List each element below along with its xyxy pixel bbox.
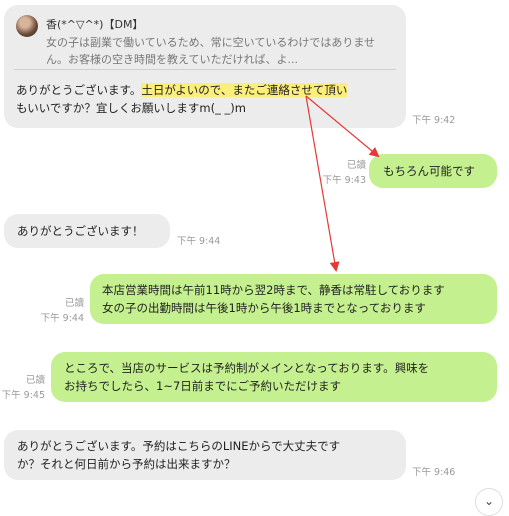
message-text: もちろん可能です xyxy=(383,164,475,178)
read-receipt: 已讀 xyxy=(64,298,84,309)
outgoing-message[interactable]: もちろん可能です xyxy=(369,154,497,188)
message-time: 下午 9:43 xyxy=(322,175,366,186)
message-text: ありがとうございます！ xyxy=(17,224,144,238)
quoted-sender-name: 香(*^▽^*)【DM】 xyxy=(46,18,144,31)
avatar xyxy=(16,15,38,37)
message-time: 下午 9:44 xyxy=(40,313,84,324)
message-text: ありがとうございます。土日がよいので、またご連絡させて頂いもいいですか？宜しくお… xyxy=(16,81,401,117)
quoted-text: 女の子は副業で働いているため、常に空いているわけではありません。お客様の空き時間… xyxy=(46,36,376,66)
message-text-line: 本店営業時間は午前11時から翌2時まで、静香は常駐しております xyxy=(102,283,445,297)
message-time: 下午 9:42 xyxy=(412,115,456,126)
read-receipt: 已讀 xyxy=(25,375,45,386)
message-text-line: お持ちでしたら、1~7日前までにご予約いただけます xyxy=(64,379,342,393)
message-text-part: もいいですか？宜しくお願いしますm(_ _)m xyxy=(16,101,246,115)
message-time: 下午 9:46 xyxy=(412,467,456,478)
message-text-line: ありがとうございます。予約はこちらのLINEからで大丈夫です xyxy=(17,439,341,453)
message-text-part: ありがとうございます。 xyxy=(16,83,142,97)
read-receipt: 已讀 xyxy=(346,160,366,171)
message-text-line: 女の子の出勤時間は午後1時から午後1時までとなっております xyxy=(102,301,426,315)
incoming-message[interactable]: ありがとうございます！ xyxy=(4,214,170,248)
incoming-message-with-quote[interactable]: 香(*^▽^*)【DM】 女の子は副業で働いているため、常に空いているわけではあ… xyxy=(4,5,406,128)
outgoing-message[interactable]: ところで、当店のサービスは予約制がメインとなっております。興味を お持ちでしたら… xyxy=(51,352,497,402)
message-text-line: ところで、当店のサービスは予約制がメインとなっております。興味を xyxy=(64,361,430,375)
message-time: 下午 9:44 xyxy=(177,236,221,247)
outgoing-message[interactable]: 本店営業時間は午前11時から翌2時まで、静香は常駐しております 女の子の出勤時間… xyxy=(90,274,497,324)
message-text-line: か？それと何日前から予約は出来ますか？ xyxy=(17,457,236,471)
quoted-message[interactable]: 香(*^▽^*)【DM】 女の子は副業で働いているため、常に空いているわけではあ… xyxy=(14,13,396,70)
highlighted-text: 土日がよいので、またご連絡させて頂い xyxy=(141,83,348,97)
incoming-message[interactable]: ありがとうございます。予約はこちらのLINEからで大丈夫です か？それと何日前か… xyxy=(4,430,406,480)
message-time: 下午 9:45 xyxy=(1,390,45,401)
chevron-down-icon[interactable]: ⌄ xyxy=(475,488,503,516)
